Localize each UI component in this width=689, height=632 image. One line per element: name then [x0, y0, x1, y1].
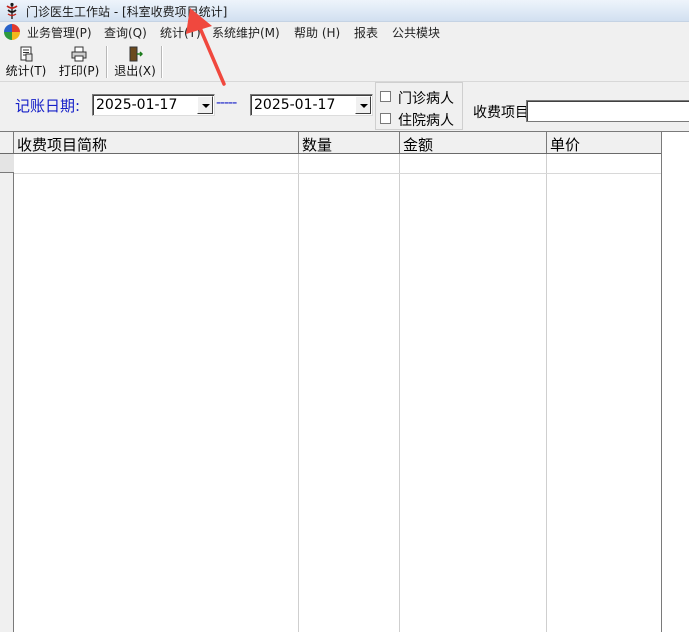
column-header-amount[interactable]: 金额	[400, 132, 547, 154]
stats-icon	[20, 46, 33, 62]
toolbar: 统计(T) 打印(P) 退出(X)	[0, 42, 689, 82]
toolbar-separator	[161, 46, 163, 78]
print-label: 打印(P)	[58, 64, 100, 78]
start-date-dropdown-icon[interactable]	[197, 96, 213, 114]
column-header-unit-price[interactable]: 单价	[547, 132, 662, 154]
grid-right-border	[661, 132, 662, 632]
column-divider	[399, 154, 400, 632]
grid-corner	[0, 132, 14, 153]
exit-button[interactable]: 退出(X)	[112, 44, 158, 80]
start-date-picker[interactable]: 2025-01-17	[92, 94, 215, 116]
column-header-name[interactable]: 收费项目简称	[14, 132, 299, 154]
exit-label: 退出(X)	[114, 64, 156, 78]
menu-help[interactable]: 帮助 (H)	[294, 24, 340, 41]
inpatient-label: 住院病人	[398, 113, 454, 129]
menu-business[interactable]: 业务管理(P)	[27, 24, 92, 41]
outpatient-checkbox[interactable]	[380, 91, 391, 102]
printer-icon	[71, 46, 87, 62]
table-row[interactable]	[14, 173, 661, 174]
menu-bar: 业务管理(P) 查询(Q) 统计(T) 系统维护(M) 帮助 (H) 报表 公共…	[0, 22, 689, 42]
menu-query[interactable]: 查询(Q)	[104, 24, 147, 41]
print-button[interactable]: 打印(P)	[56, 44, 102, 80]
stats-button[interactable]: 统计(T)	[3, 44, 49, 80]
fee-item-grid: 收费项目简称 数量 金额 单价	[0, 131, 689, 632]
menu-common[interactable]: 公共模块	[392, 24, 440, 41]
column-header-quantity[interactable]: 数量	[299, 132, 400, 154]
posting-date-label: 记账日期:	[15, 97, 81, 115]
column-divider	[298, 154, 299, 632]
app-logo-icon	[4, 24, 20, 40]
menu-report[interactable]: 报表	[354, 24, 378, 41]
grid-header: 收费项目简称 数量 金额 单价	[0, 132, 662, 154]
row-indicator-column	[0, 154, 14, 632]
end-date-value: 2025-01-17	[254, 97, 336, 113]
end-date-picker[interactable]: 2025-01-17	[250, 94, 373, 116]
fee-item-label: 收费项目	[473, 105, 529, 121]
patient-type-group: 门诊病人 住院病人	[375, 82, 463, 130]
date-range-separator: -----	[216, 95, 237, 111]
start-date-value: 2025-01-17	[96, 97, 178, 113]
fee-item-input[interactable]	[526, 100, 689, 122]
stats-label: 统计(T)	[5, 64, 47, 78]
menu-system[interactable]: 系统维护(M)	[212, 24, 280, 41]
caduceus-icon	[6, 2, 18, 19]
outpatient-label: 门诊病人	[398, 91, 454, 107]
exit-door-icon	[129, 46, 143, 62]
inpatient-checkbox[interactable]	[380, 113, 391, 124]
end-date-dropdown-icon[interactable]	[355, 96, 371, 114]
column-divider	[546, 154, 547, 632]
toolbar-separator	[106, 46, 108, 78]
filter-panel: 记账日期: 2025-01-17 ----- 2025-01-17 门诊病人 住…	[0, 82, 689, 131]
title-bar: 门诊医生工作站 - [科室收费项目统计]	[0, 0, 689, 22]
menu-statistics[interactable]: 统计(T)	[160, 24, 201, 41]
row-indicator[interactable]	[0, 154, 14, 173]
window-title: 门诊医生工作站 - [科室收费项目统计]	[26, 5, 228, 19]
